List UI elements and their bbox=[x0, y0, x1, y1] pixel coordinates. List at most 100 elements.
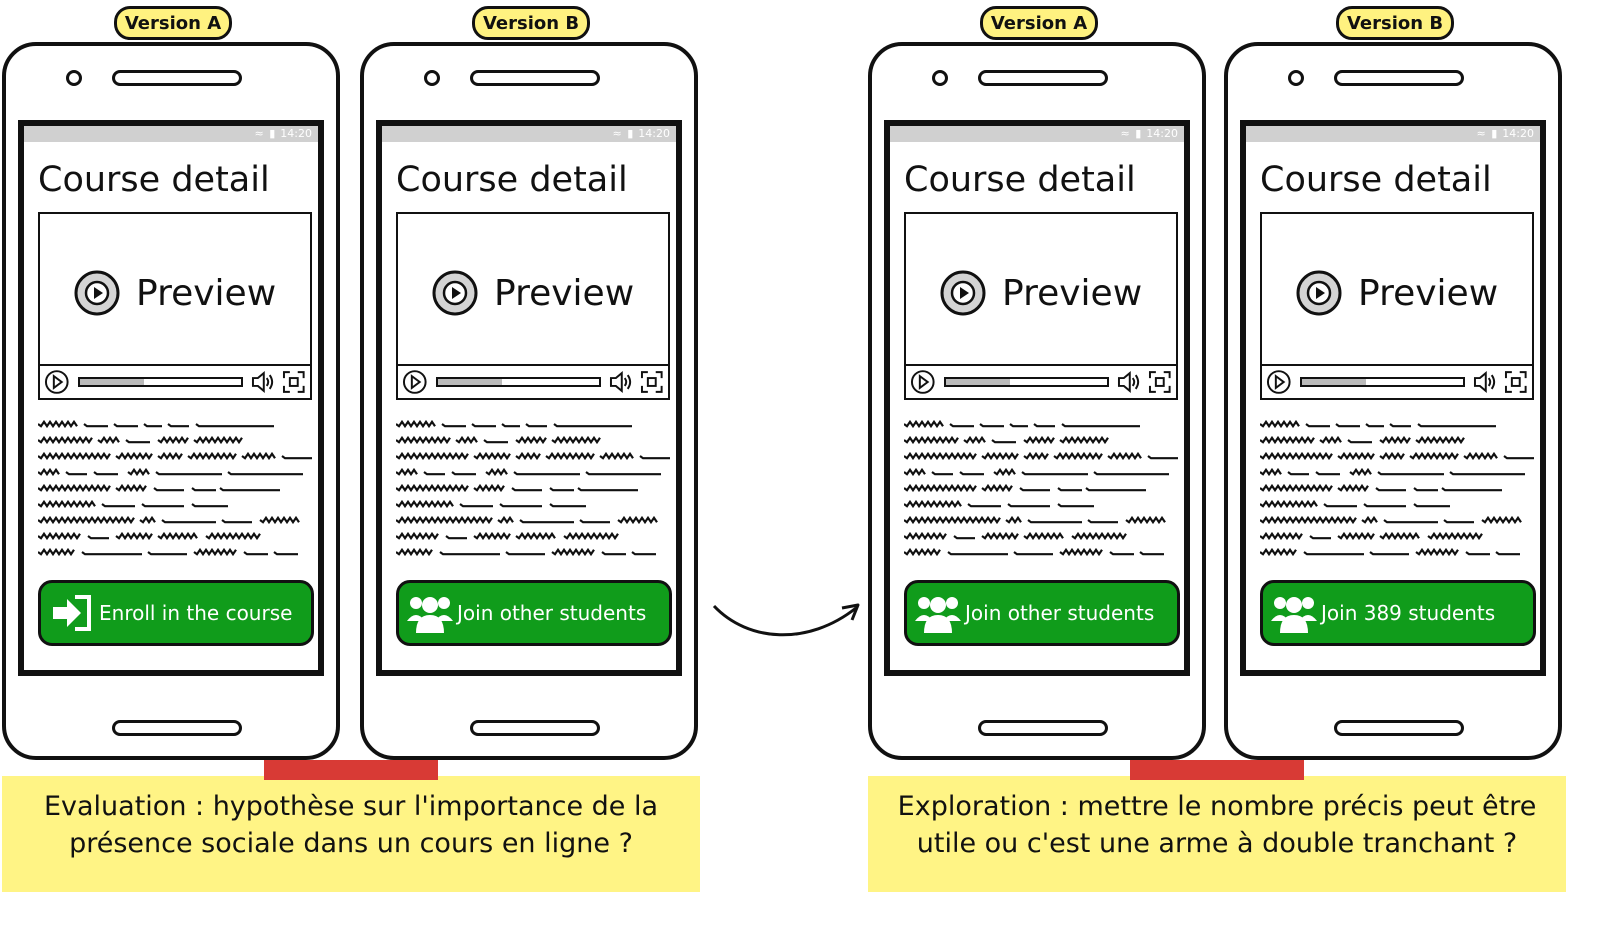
group-icon bbox=[915, 597, 961, 633]
group-icon bbox=[1271, 597, 1317, 633]
progress-fill bbox=[1301, 379, 1367, 385]
progress-fill bbox=[79, 379, 145, 385]
preview-label: Preview bbox=[1002, 272, 1143, 314]
camera-dot bbox=[932, 70, 948, 86]
video-player[interactable]: Preview bbox=[904, 212, 1178, 400]
cta-label: Join 389 students bbox=[1321, 601, 1496, 625]
fullscreen-icon[interactable] bbox=[640, 370, 664, 394]
video-progress-bar[interactable] bbox=[943, 377, 1109, 387]
version-tag: Version B bbox=[1336, 6, 1454, 40]
play-icon[interactable] bbox=[940, 270, 986, 316]
home-button[interactable] bbox=[978, 720, 1108, 736]
description-placeholder-text bbox=[37, 418, 316, 557]
camera-dot bbox=[66, 70, 82, 86]
note-line-1: Evaluation : hypothèse sur l'importance … bbox=[43, 791, 659, 822]
note-evaluation: Evaluation : hypothèse sur l'importance … bbox=[2, 760, 700, 892]
video-preview[interactable]: Preview bbox=[940, 270, 1142, 316]
video-controls bbox=[1262, 364, 1532, 398]
video-player[interactable]: Preview bbox=[1260, 212, 1534, 400]
play-button-icon[interactable] bbox=[44, 369, 70, 395]
cta-button[interactable]: Join other students bbox=[904, 580, 1180, 646]
version-tag: Version A bbox=[980, 6, 1098, 40]
play-icon[interactable] bbox=[74, 270, 120, 316]
transition-arrow-icon bbox=[712, 603, 860, 637]
video-preview[interactable]: Preview bbox=[74, 270, 276, 316]
speaker-slot bbox=[470, 70, 600, 86]
speaker-slot bbox=[978, 70, 1108, 86]
cta-button[interactable]: Join other students bbox=[396, 580, 672, 646]
description-placeholder-text bbox=[395, 418, 674, 557]
video-controls bbox=[40, 364, 310, 398]
fullscreen-icon[interactable] bbox=[1504, 370, 1528, 394]
enroll-icon bbox=[53, 595, 91, 631]
note-line-1: Exploration : mettre le nombre précis pe… bbox=[897, 791, 1537, 822]
status-time: 14:20 bbox=[1502, 127, 1534, 140]
volume-icon[interactable] bbox=[1473, 370, 1499, 394]
page-title: Course detail bbox=[396, 160, 628, 200]
status-time: 14:20 bbox=[280, 127, 312, 140]
volume-icon[interactable] bbox=[609, 370, 635, 394]
status-bar: ≈ ▮ 14:20 bbox=[382, 126, 676, 142]
cta-label: Join other students bbox=[965, 601, 1155, 625]
cta-label: Enroll in the course bbox=[99, 601, 293, 625]
play-button-icon[interactable] bbox=[910, 369, 936, 395]
speaker-slot bbox=[112, 70, 242, 86]
play-button-icon[interactable] bbox=[1266, 369, 1292, 395]
phone-mockup: Version A ≈ ▮ 14:20 Course detail Preview Enr… bbox=[2, 6, 340, 760]
camera-dot bbox=[424, 70, 440, 86]
video-progress-bar[interactable] bbox=[435, 377, 601, 387]
status-time: 14:20 bbox=[638, 127, 670, 140]
tape-strip bbox=[1130, 760, 1304, 780]
phone-screen: ≈ ▮ 14:20 Course detail Preview Join 389 stu… bbox=[1240, 120, 1546, 676]
description-placeholder-text bbox=[1259, 418, 1538, 557]
volume-icon[interactable] bbox=[1117, 370, 1143, 394]
home-button[interactable] bbox=[470, 720, 600, 736]
video-preview[interactable]: Preview bbox=[1296, 270, 1498, 316]
video-controls bbox=[398, 364, 668, 398]
fullscreen-icon[interactable] bbox=[282, 370, 306, 394]
video-player[interactable]: Preview bbox=[396, 212, 670, 400]
preview-label: Preview bbox=[494, 272, 635, 314]
cta-label: Join other students bbox=[457, 601, 647, 625]
signal-battery-icon: ≈ ▮ bbox=[1120, 127, 1143, 140]
preview-label: Preview bbox=[1358, 272, 1499, 314]
signal-battery-icon: ≈ ▮ bbox=[612, 127, 635, 140]
progress-fill bbox=[945, 379, 1011, 385]
version-tag: Version B bbox=[472, 6, 590, 40]
phone-mockup: Version A ≈ ▮ 14:20 Course detail Preview Joi… bbox=[868, 6, 1206, 760]
video-progress-bar[interactable] bbox=[1299, 377, 1465, 387]
note-exploration: Exploration : mettre le nombre précis pe… bbox=[868, 760, 1566, 892]
description-placeholder-text bbox=[903, 418, 1182, 557]
play-button-icon[interactable] bbox=[402, 369, 428, 395]
play-icon[interactable] bbox=[1296, 270, 1342, 316]
home-button[interactable] bbox=[1334, 720, 1464, 736]
camera-dot bbox=[1288, 70, 1304, 86]
video-controls bbox=[906, 364, 1176, 398]
phone-mockup: Version B ≈ ▮ 14:20 Course detail Preview Joi… bbox=[360, 6, 698, 760]
group-icon bbox=[407, 597, 453, 633]
fullscreen-icon[interactable] bbox=[1148, 370, 1172, 394]
speaker-slot bbox=[1334, 70, 1464, 86]
cta-button[interactable]: Join 389 students bbox=[1260, 580, 1536, 646]
page-title: Course detail bbox=[904, 160, 1136, 200]
version-tag: Version A bbox=[114, 6, 232, 40]
phone-screen: ≈ ▮ 14:20 Course detail Preview Enroll in th… bbox=[18, 120, 324, 676]
status-bar: ≈ ▮ 14:20 bbox=[890, 126, 1184, 142]
status-bar: ≈ ▮ 14:20 bbox=[1246, 126, 1540, 142]
page-title: Course detail bbox=[38, 160, 270, 200]
status-bar: ≈ ▮ 14:20 bbox=[24, 126, 318, 142]
phone-screen: ≈ ▮ 14:20 Course detail Preview Join other s… bbox=[376, 120, 682, 676]
preview-label: Preview bbox=[136, 272, 277, 314]
progress-fill bbox=[437, 379, 503, 385]
cta-button[interactable]: Enroll in the course bbox=[38, 580, 314, 646]
volume-icon[interactable] bbox=[251, 370, 277, 394]
tape-strip bbox=[264, 760, 438, 780]
page-title: Course detail bbox=[1260, 160, 1492, 200]
status-time: 14:20 bbox=[1146, 127, 1178, 140]
video-progress-bar[interactable] bbox=[77, 377, 243, 387]
signal-battery-icon: ≈ ▮ bbox=[254, 127, 277, 140]
video-player[interactable]: Preview bbox=[38, 212, 312, 400]
home-button[interactable] bbox=[112, 720, 242, 736]
video-preview[interactable]: Preview bbox=[432, 270, 634, 316]
play-icon[interactable] bbox=[432, 270, 478, 316]
